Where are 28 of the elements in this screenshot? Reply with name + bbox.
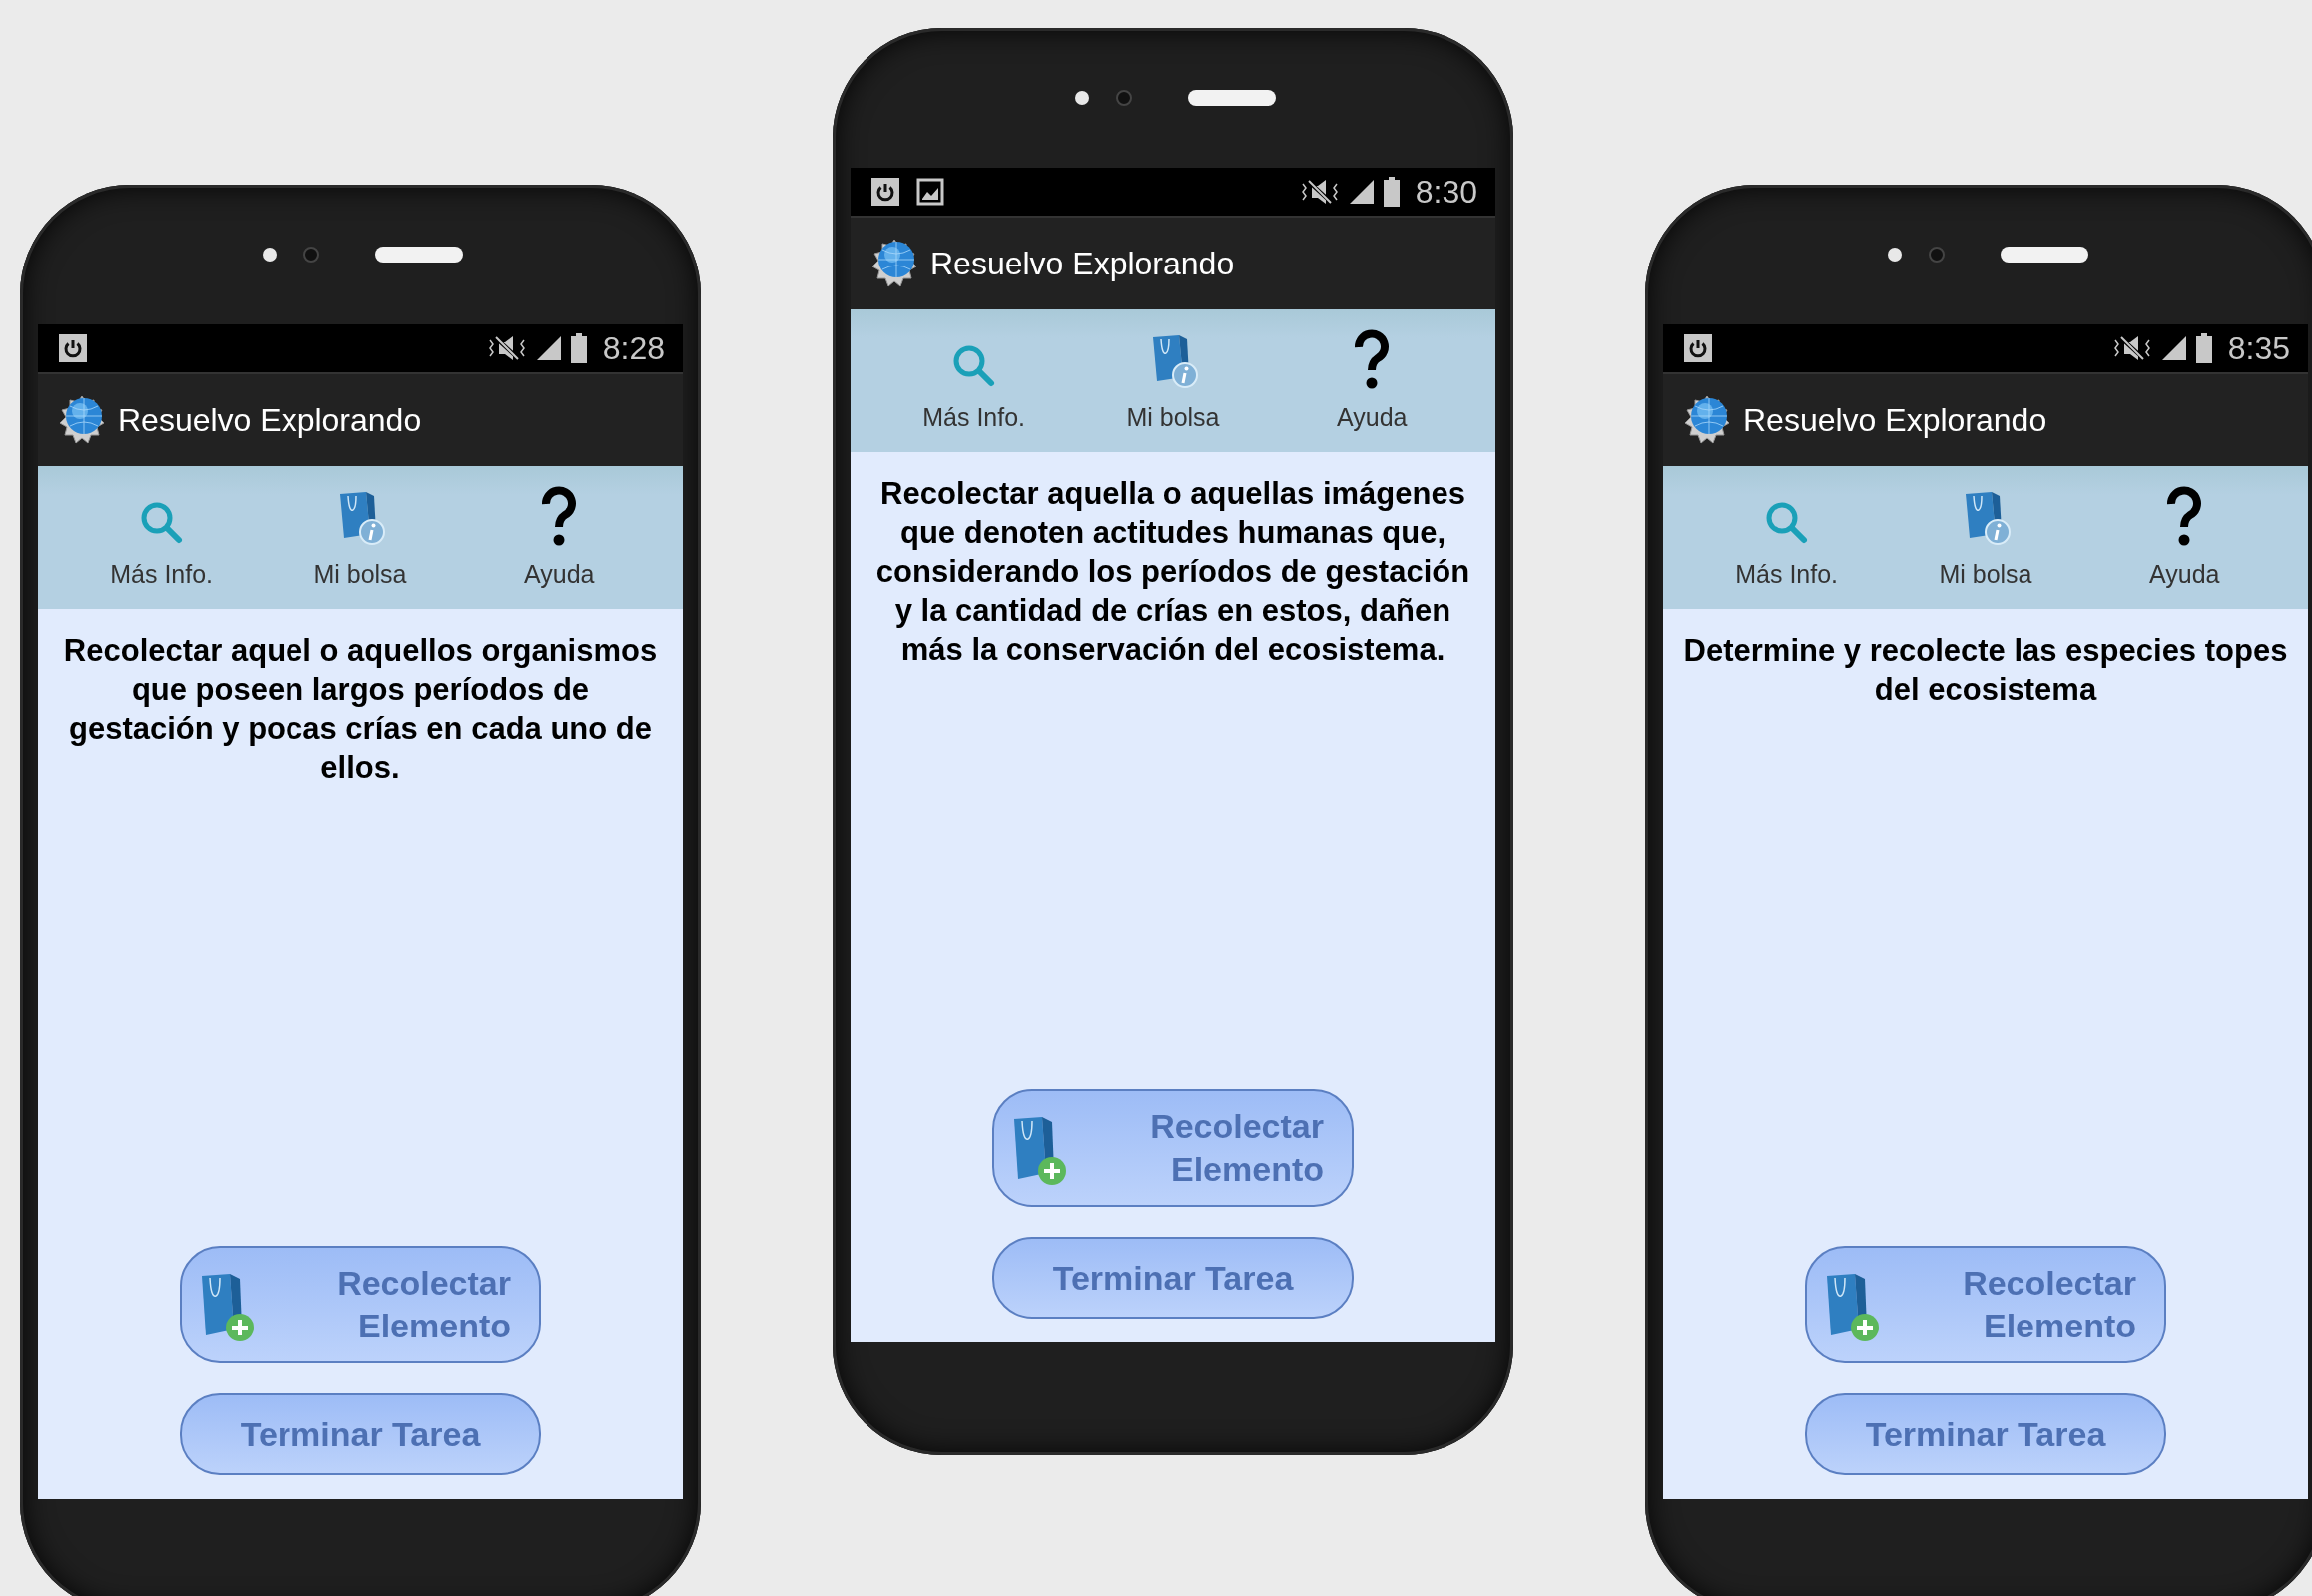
task-instruction: Determine y recolecte las especies topes del ecosistema [1682, 632, 2289, 709]
toolbar-button[interactable]: Mi bolsa [1073, 309, 1273, 452]
power-icon [58, 333, 88, 363]
battery-icon [2195, 333, 2212, 363]
app-title: Resuelvo Explorando [118, 401, 422, 440]
app-title: Resuelvo Explorando [930, 245, 1235, 283]
app-title: Resuelvo Explorando [1743, 401, 2047, 440]
vibrate-icon [1299, 178, 1340, 206]
vibrate-icon [486, 334, 527, 362]
battery-icon [570, 333, 587, 363]
toolbar-button[interactable]: Mi bolsa [1886, 466, 2085, 609]
toolbar-button[interactable]: Ayuda [1272, 309, 1471, 452]
picture-icon [916, 178, 944, 206]
toolbar-button[interactable]: Ayuda [2084, 466, 2284, 609]
vibrate-icon [2111, 334, 2152, 362]
power-icon [870, 177, 900, 207]
toolbar-button[interactable]: Más Info. [874, 309, 1074, 452]
clock-time: 8:35 [2227, 332, 2290, 364]
toolbar-button[interactable]: Ayuda [459, 466, 659, 609]
task-instruction: Recolectar aquella o aquellas imágenes que denoten actitudes humanas que, considerando los períodos de gestación y la cantidad de crías en estos, dañen más la conservación del ecosistema. [874, 475, 1471, 669]
toolbar-button[interactable]: Más Info. [1687, 466, 1887, 609]
toolbar-button[interactable]: Más Info. [62, 466, 262, 609]
power-icon [1683, 333, 1713, 363]
clock-time: 8:30 [1415, 176, 1477, 208]
battery-icon [1383, 177, 1400, 207]
clock-time: 8:28 [602, 332, 665, 364]
toolbar-button[interactable]: Mi bolsa [261, 466, 460, 609]
task-instruction: Recolectar aquel o aquellos organismos que poseen largos períodos de gestación y pocas crías en cada uno de ellos. [62, 632, 659, 787]
